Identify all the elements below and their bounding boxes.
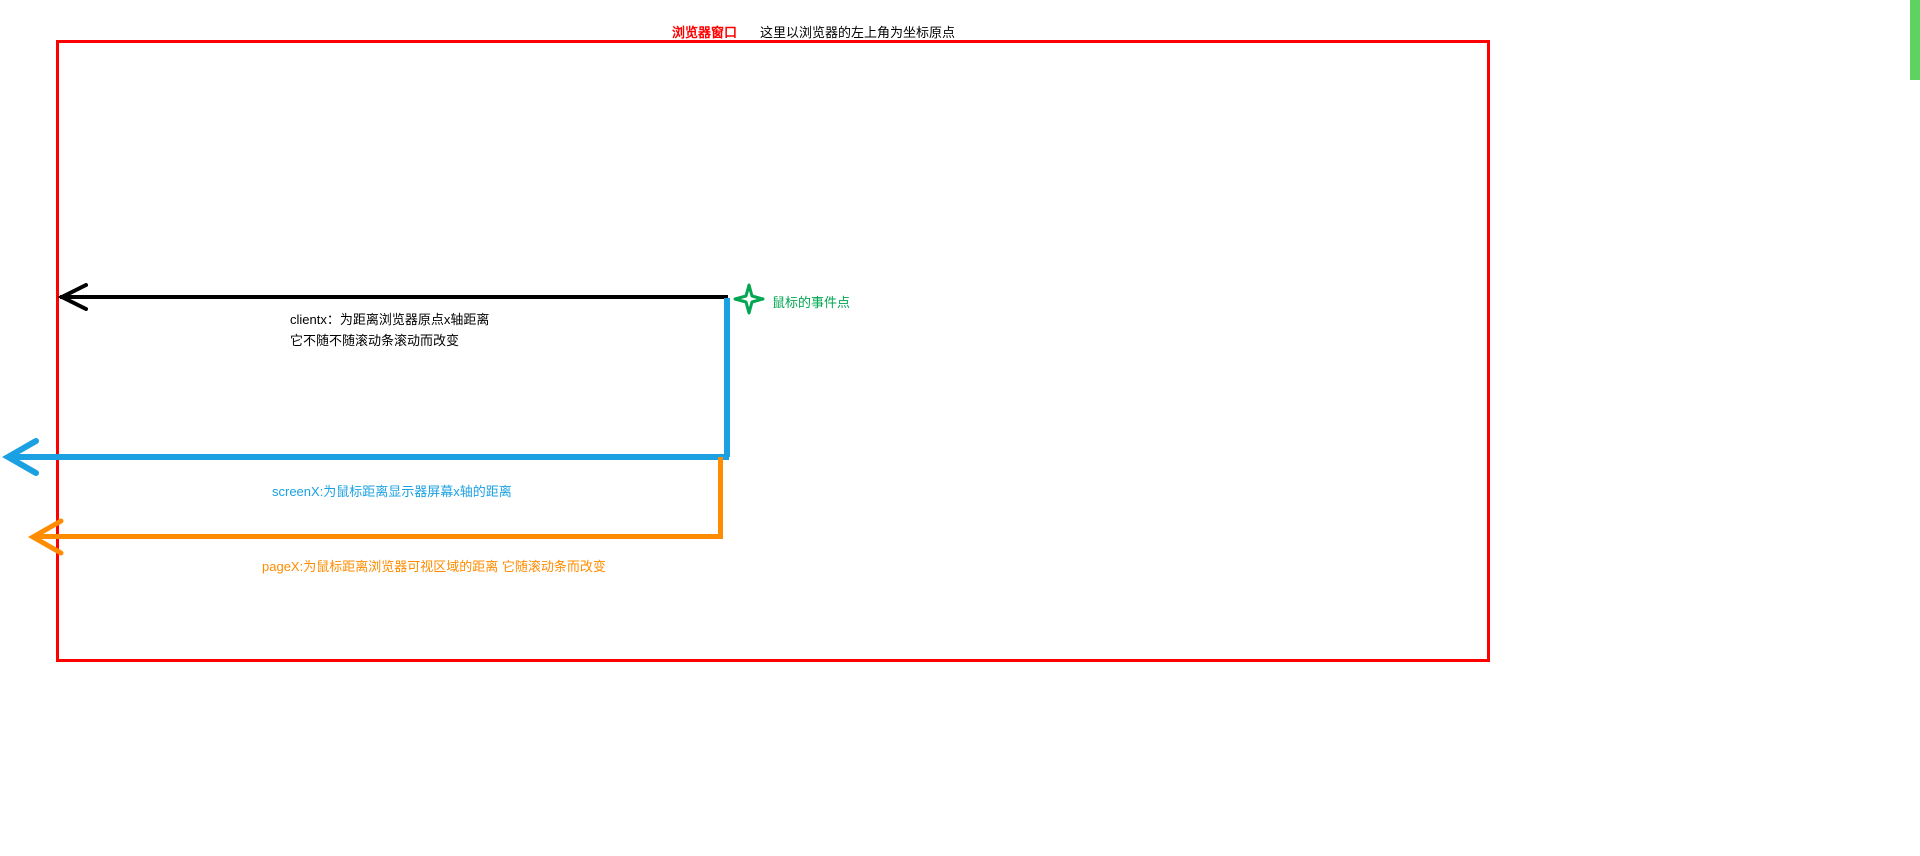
clientx-label: clientx：为距离浏览器原点x轴距离 它不随不随滚动条滚动而改变 xyxy=(290,309,490,351)
mouse-event-label: 鼠标的事件点 xyxy=(772,292,850,311)
diagram-canvas: 浏览器窗口 这里以浏览器的左上角为坐标原点 鼠标的事件点 clientx：为距离… xyxy=(0,0,1920,720)
screenx-horizontal-line xyxy=(8,454,729,460)
screenx-label: screenX:为鼠标距离显示器屏幕x轴的距离 xyxy=(272,481,512,500)
pagex-label: pageX:为鼠标距离浏览器可视区域的距离 它随滚动条而改变 xyxy=(262,556,606,575)
origin-note-label: 这里以浏览器的左上角为坐标原点 xyxy=(760,22,955,41)
browser-window-label: 浏览器窗口 xyxy=(672,22,737,41)
clientx-arrow-head-icon xyxy=(58,283,88,314)
screenx-arrow-head-icon xyxy=(2,437,40,480)
pagex-vertical-line xyxy=(718,457,723,537)
diagram-viewport[interactable]: 浏览器窗口 这里以浏览器的左上角为坐标原点 鼠标的事件点 clientx：为距离… xyxy=(0,0,1920,856)
screenx-vertical-line xyxy=(724,298,730,457)
pagex-horizontal-line xyxy=(35,534,723,539)
scroll-position-indicator xyxy=(1910,0,1920,80)
mouse-event-star-icon xyxy=(733,283,765,318)
clientx-arrow-line xyxy=(60,295,728,299)
pagex-arrow-head-icon xyxy=(27,517,65,560)
